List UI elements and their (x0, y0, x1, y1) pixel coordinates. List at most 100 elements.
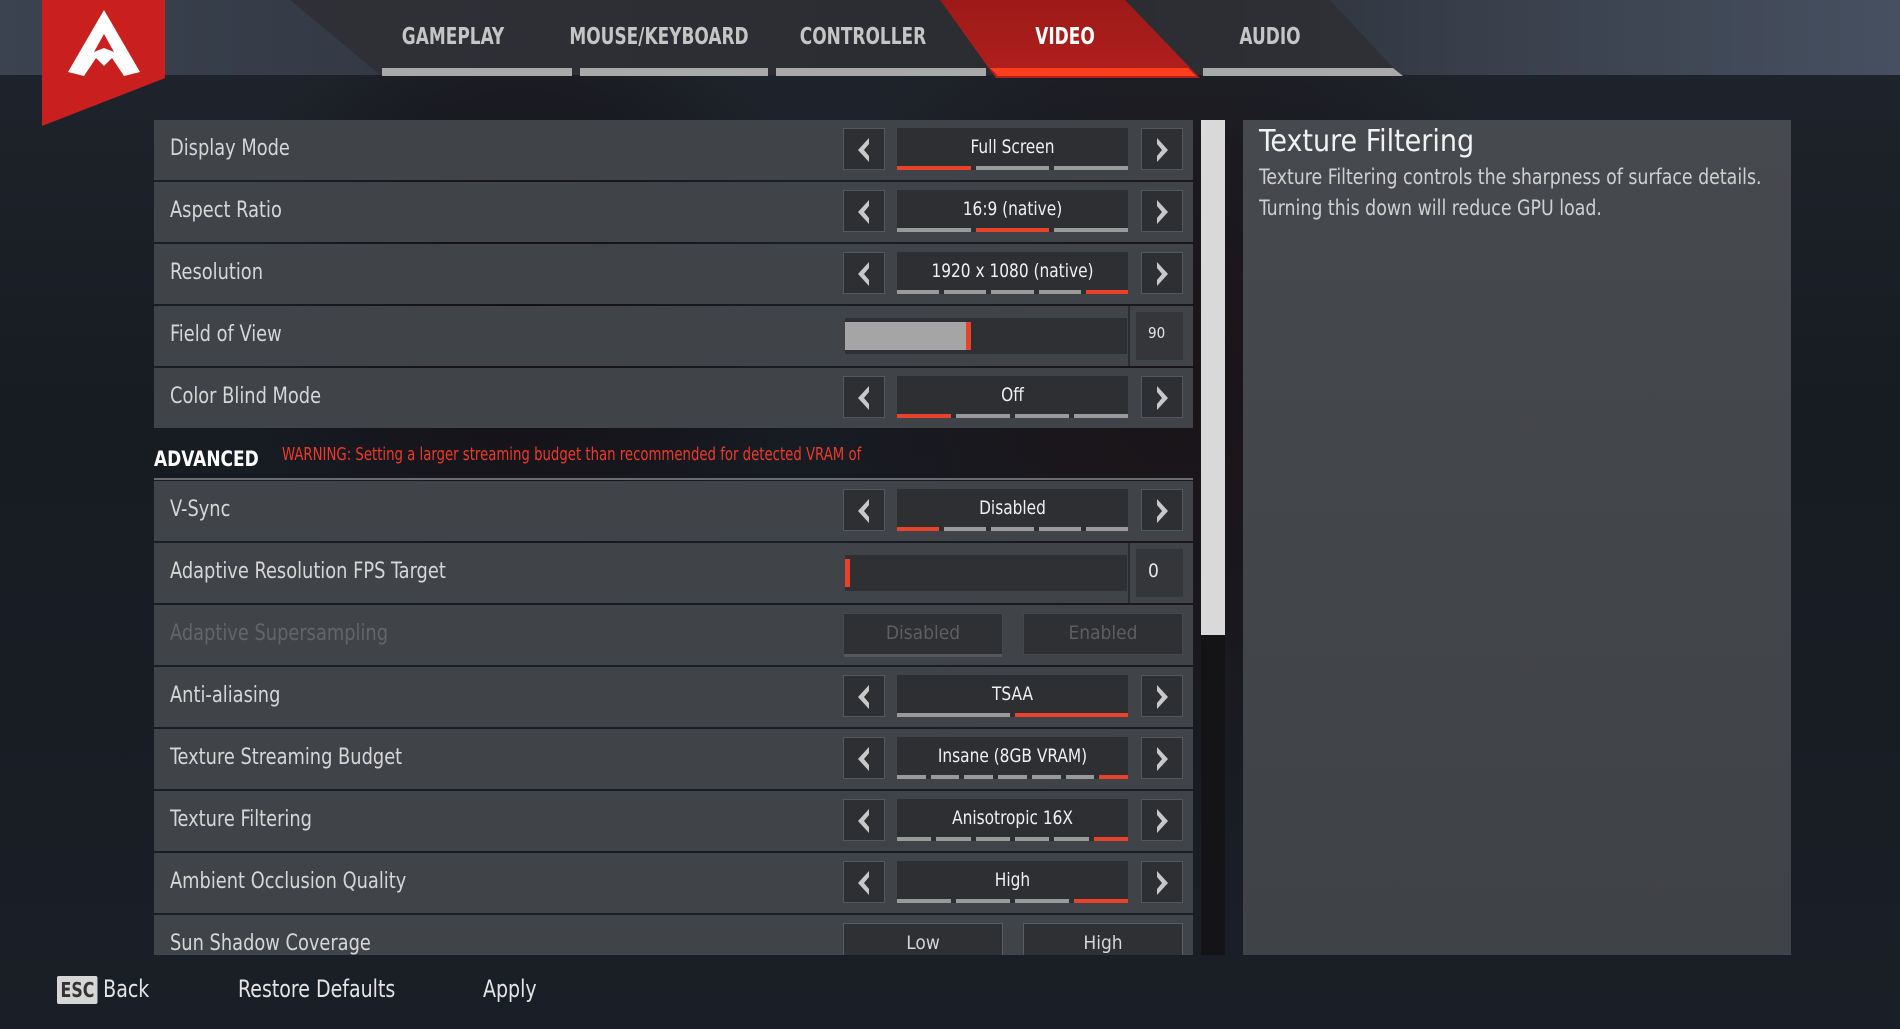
next-option-button[interactable] (1141, 675, 1183, 717)
next-option-button[interactable] (1141, 376, 1183, 418)
setting-row-anti-aliasing[interactable]: Anti-aliasing TSAA (154, 667, 1193, 727)
option-indicator (897, 527, 1129, 531)
option-indicator-segment (897, 713, 1010, 717)
option-value: Disabled (979, 497, 1046, 519)
next-option-button[interactable] (1141, 737, 1183, 779)
option-value-box[interactable]: Disabled (897, 489, 1129, 531)
description-body: Texture Filtering controls the sharpness… (1259, 165, 1762, 220)
setting-row-color-blind-mode[interactable]: Color Blind Mode Off (154, 368, 1193, 428)
option-indicator-segment (897, 228, 971, 232)
setting-row-adaptive-supersampling[interactable]: Adaptive Supersampling Disabled Enabled (154, 605, 1193, 665)
option-value: Anisotropic 16X (952, 807, 1073, 829)
option-button-label: High (1083, 932, 1123, 954)
option-value-box[interactable]: Off (897, 376, 1128, 418)
option-value-box[interactable]: 16:9 (native) (897, 190, 1129, 232)
settings-scrollbar[interactable] (1201, 120, 1225, 955)
previous-option-button[interactable] (843, 799, 885, 841)
option-indicator (897, 414, 1128, 418)
setting-row-sun-shadow-coverage[interactable]: Sun Shadow Coverage Low High (154, 915, 1193, 955)
tab-bar: GAMEPLAY MOUSE/KEYBOARD CONTROLLER VIDEO… (0, 0, 1900, 78)
previous-option-button[interactable] (843, 489, 885, 531)
setting-row-aspect-ratio[interactable]: Aspect Ratio 16:9 (native) (154, 182, 1193, 242)
option-value-box[interactable]: High (897, 861, 1128, 903)
option-value-box[interactable]: TSAA (897, 675, 1128, 717)
tab-underline-mouse-keyboard (580, 68, 768, 76)
setting-label: Adaptive Supersampling (170, 621, 389, 646)
option-value-box[interactable]: Full Screen (897, 128, 1129, 170)
restore-defaults-button[interactable]: Restore Defaults (238, 975, 395, 1003)
value-slider[interactable] (845, 555, 1127, 591)
apply-button[interactable]: Apply (483, 975, 537, 1003)
option-value-box[interactable]: 1920 x 1080 (native) (897, 252, 1129, 294)
slider-handle[interactable] (966, 322, 971, 350)
option-value: High (994, 869, 1031, 891)
tab-gameplay[interactable]: GAMEPLAY (392, 24, 515, 60)
slider-separator (1128, 306, 1130, 366)
selected-underline (844, 654, 1002, 657)
previous-option-button[interactable] (843, 190, 885, 232)
slider-value-box[interactable]: 0 (1136, 549, 1183, 597)
option-button-label: Enabled (1068, 622, 1138, 644)
option-indicator-segment (897, 290, 940, 294)
value-slider[interactable] (845, 318, 1127, 354)
next-option-button[interactable] (1141, 190, 1183, 232)
tab-underline-video (990, 68, 1196, 76)
next-option-button[interactable] (1141, 252, 1183, 294)
previous-option-button[interactable] (843, 376, 885, 418)
option-indicator-segment (936, 837, 971, 841)
previous-option-button[interactable] (843, 861, 885, 903)
option-button-low[interactable]: Low (843, 923, 1003, 955)
option-indicator-segment (998, 775, 1027, 779)
slider-separator (1128, 543, 1130, 603)
back-button[interactable]: ESC Back (57, 975, 149, 1004)
next-option-button[interactable] (1141, 861, 1183, 903)
previous-option-button[interactable] (843, 737, 885, 779)
setting-row-ambient-occlusion-quality[interactable]: Ambient Occlusion Quality High (154, 853, 1193, 913)
setting-row-field-of-view[interactable]: Field of View 90 (154, 306, 1193, 366)
setting-row-resolution[interactable]: Resolution 1920 x 1080 (native) (154, 244, 1193, 304)
option-indicator-segment (1065, 775, 1095, 779)
option-indicator-segment (930, 775, 960, 779)
option-indicator-segment (991, 527, 1034, 531)
option-indicator-segment (991, 290, 1034, 294)
setting-row-texture-streaming-budget[interactable]: Texture Streaming Budget Insane (8GB VRAM… (154, 729, 1193, 789)
option-value: 1920 x 1080 (native) (931, 260, 1094, 282)
tab-video[interactable]: VIDEO (1016, 24, 1114, 60)
tab-mouse-keyboard[interactable]: MOUSE/KEYBOARD (568, 24, 750, 60)
option-value: Insane (8GB VRAM) (937, 745, 1088, 767)
option-indicator-segment (897, 414, 951, 418)
next-option-button[interactable] (1141, 799, 1183, 841)
next-option-button[interactable] (1141, 489, 1183, 531)
setting-label: Texture Streaming Budget (170, 745, 403, 770)
setting-row-texture-filtering[interactable]: Texture Filtering Anisotropic 16X (154, 791, 1193, 851)
scrollbar-thumb[interactable] (1201, 120, 1225, 635)
previous-option-button[interactable] (843, 128, 885, 170)
option-indicator-segment (1099, 775, 1129, 779)
setting-label: Anti-aliasing (170, 683, 281, 708)
option-indicator-segment (956, 899, 1010, 903)
slider-handle[interactable] (845, 559, 850, 587)
previous-option-button[interactable] (843, 675, 885, 717)
slider-value-box[interactable]: 90 (1136, 312, 1183, 360)
setting-row-adaptive-resolution-fps-target[interactable]: Adaptive Resolution FPS Target 0 (154, 543, 1193, 603)
option-value-box[interactable]: Insane (8GB VRAM) (897, 737, 1129, 779)
setting-row-v-sync[interactable]: V-Sync Disabled (154, 481, 1193, 541)
tab-audio[interactable]: AUDIO (1221, 24, 1319, 60)
next-option-button[interactable] (1141, 128, 1183, 170)
option-indicator-segment (1074, 414, 1128, 418)
tab-controller[interactable]: CONTROLLER (793, 24, 932, 60)
option-value-box[interactable]: Anisotropic 16X (897, 799, 1128, 841)
option-indicator-segment (1085, 290, 1129, 294)
option-indicator-segment (897, 527, 940, 531)
option-button-high[interactable]: High (1023, 923, 1183, 955)
option-indicator-segment (964, 775, 994, 779)
option-button-disabled: Disabled (843, 613, 1003, 657)
setting-label: Aspect Ratio (170, 198, 282, 223)
option-indicator-segment (975, 228, 1050, 232)
option-indicator (897, 228, 1129, 232)
back-label: Back (103, 975, 150, 1003)
setting-row-display-mode[interactable]: Display Mode Full Screen (154, 120, 1193, 180)
setting-label: Texture Filtering (170, 807, 312, 832)
option-indicator-segment (1015, 414, 1069, 418)
previous-option-button[interactable] (843, 252, 885, 294)
